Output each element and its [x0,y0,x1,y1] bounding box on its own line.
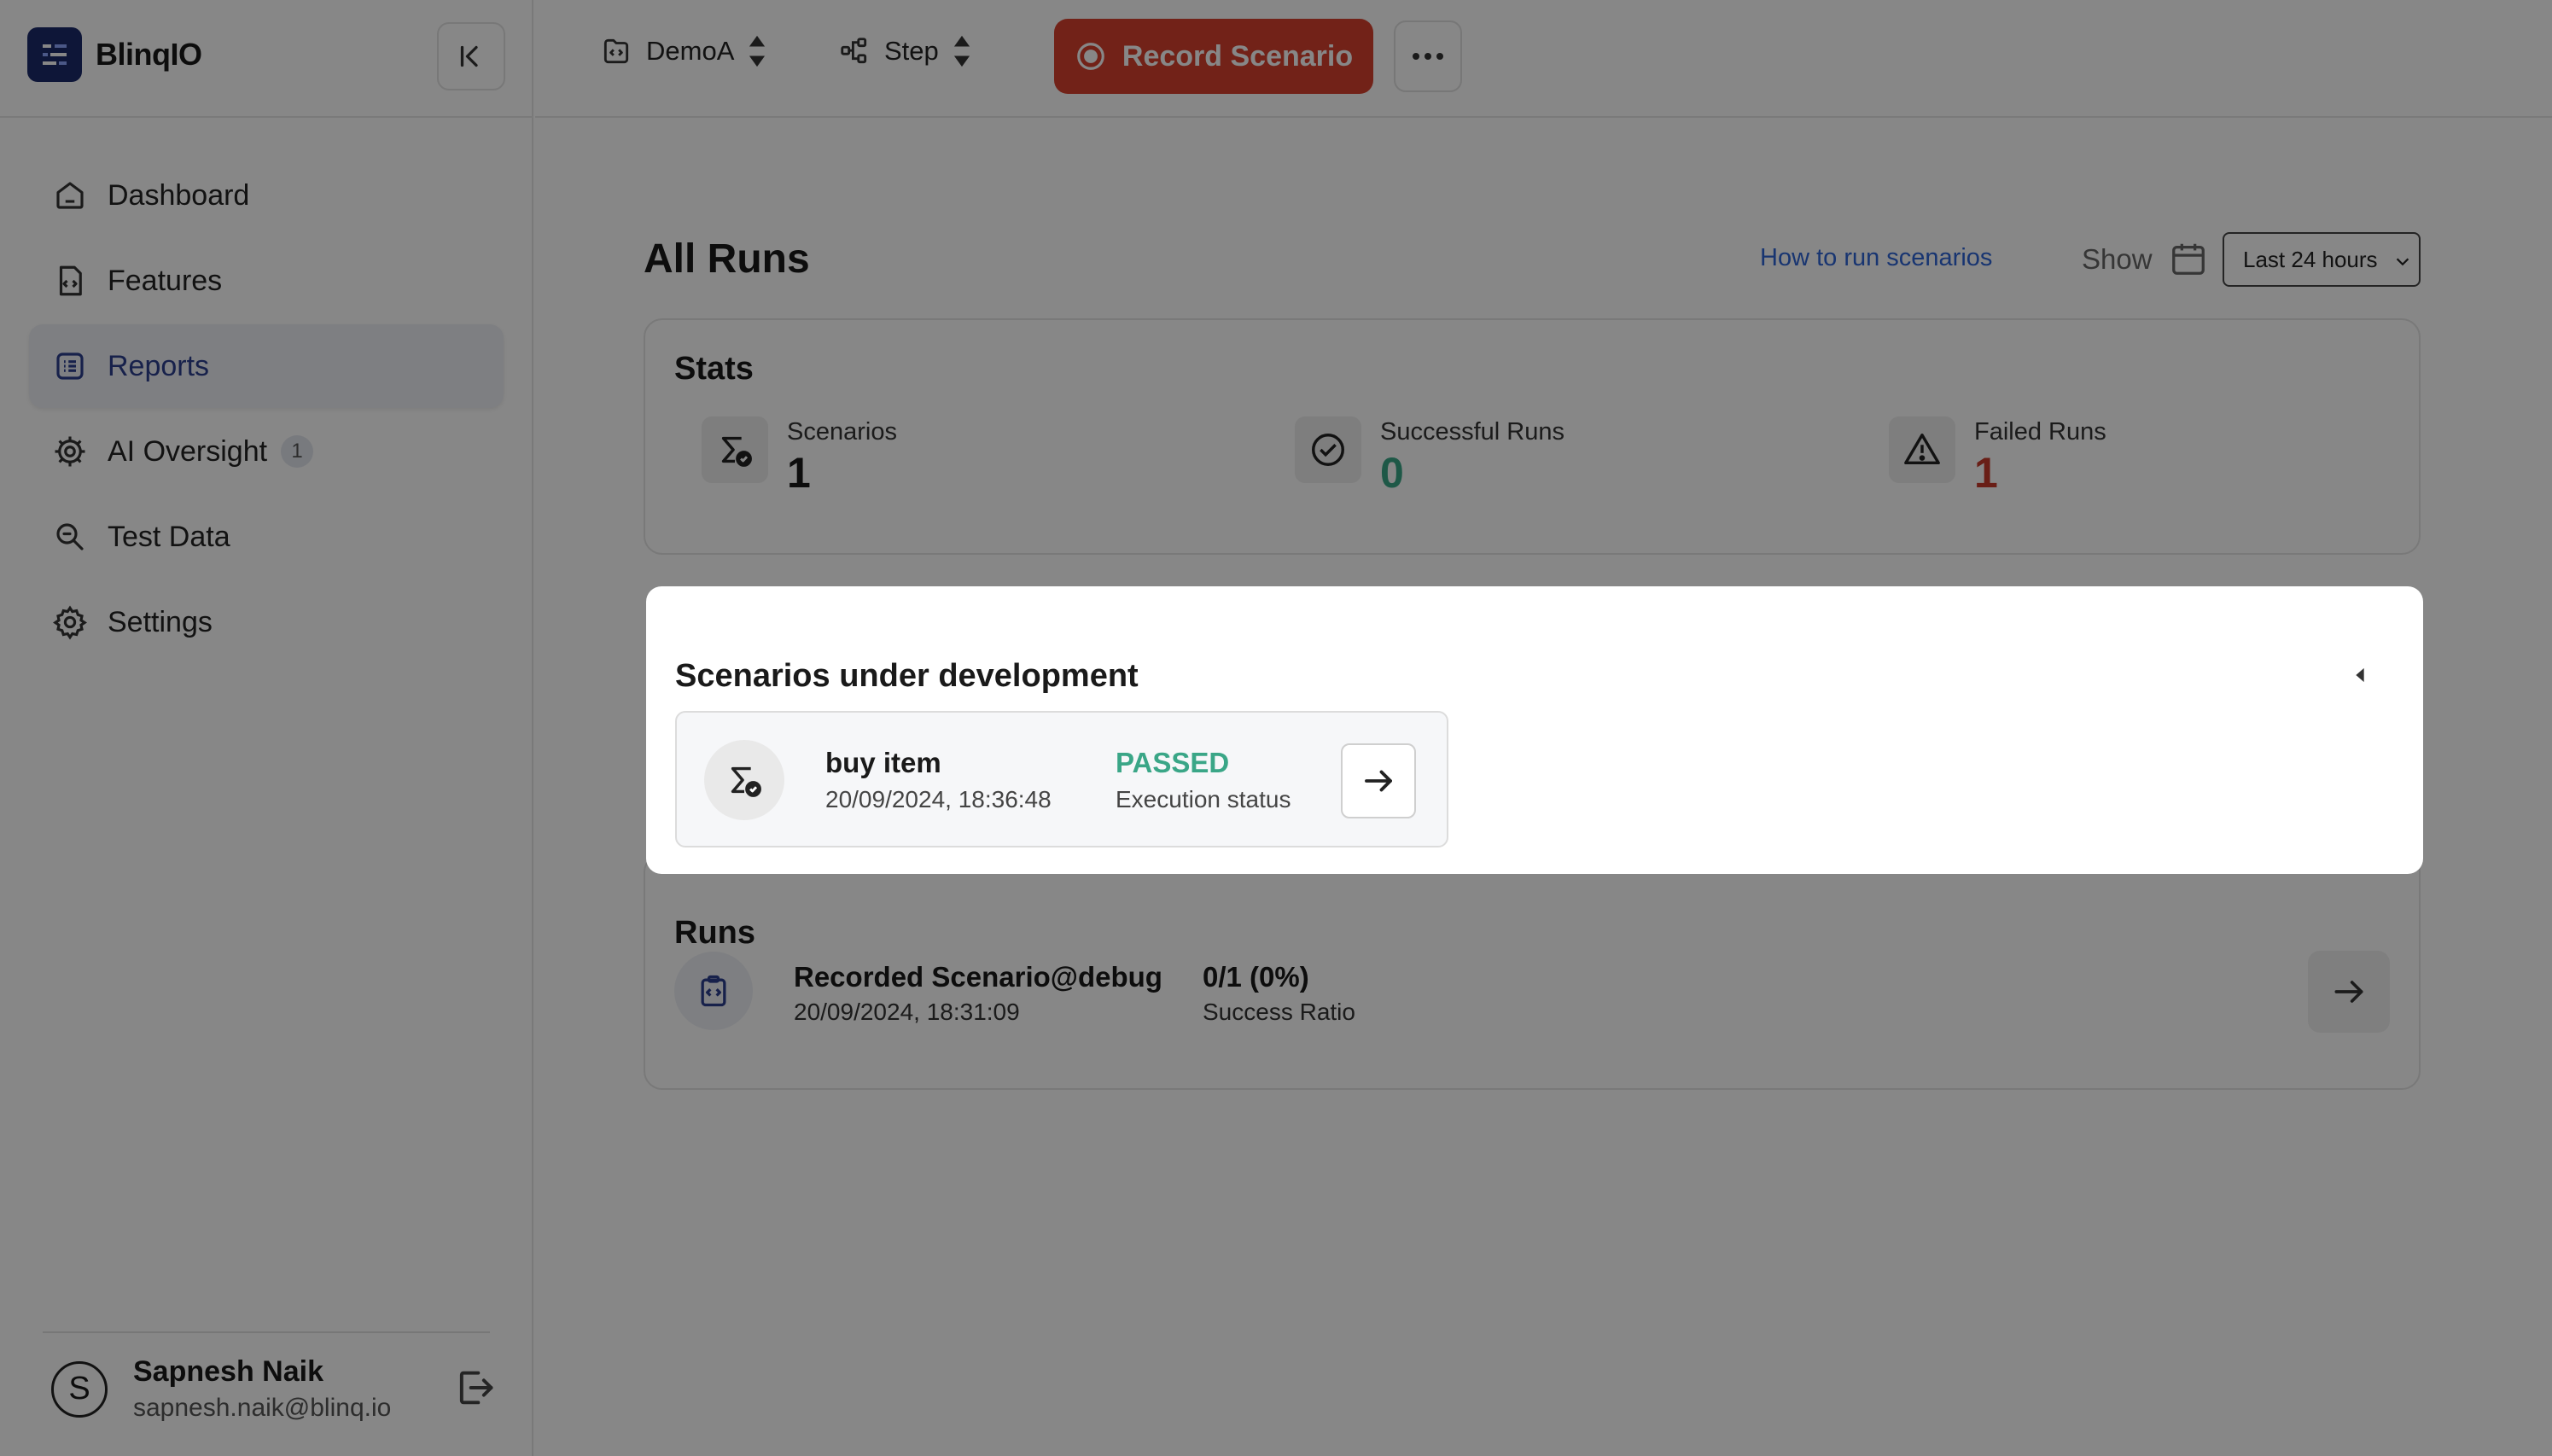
panel-title: Scenarios under development [675,658,1139,694]
scenarios-under-development-panel: Scenarios under development buy item 20/… [646,586,2423,874]
scenario-date: 20/09/2024, 18:36:48 [825,786,1052,812]
scenario-icon [704,740,784,820]
open-scenario-button[interactable] [1341,743,1416,818]
execution-status-label: Execution status [1116,786,1291,812]
execution-status: PASSED [1116,747,1230,778]
caret-left-icon[interactable] [2348,663,2372,691]
arrow-right-icon [1365,770,1392,792]
scenario-name: buy item [825,747,941,778]
scenario-card: buy item 20/09/2024, 18:36:48 PASSED Exe… [675,711,1448,847]
